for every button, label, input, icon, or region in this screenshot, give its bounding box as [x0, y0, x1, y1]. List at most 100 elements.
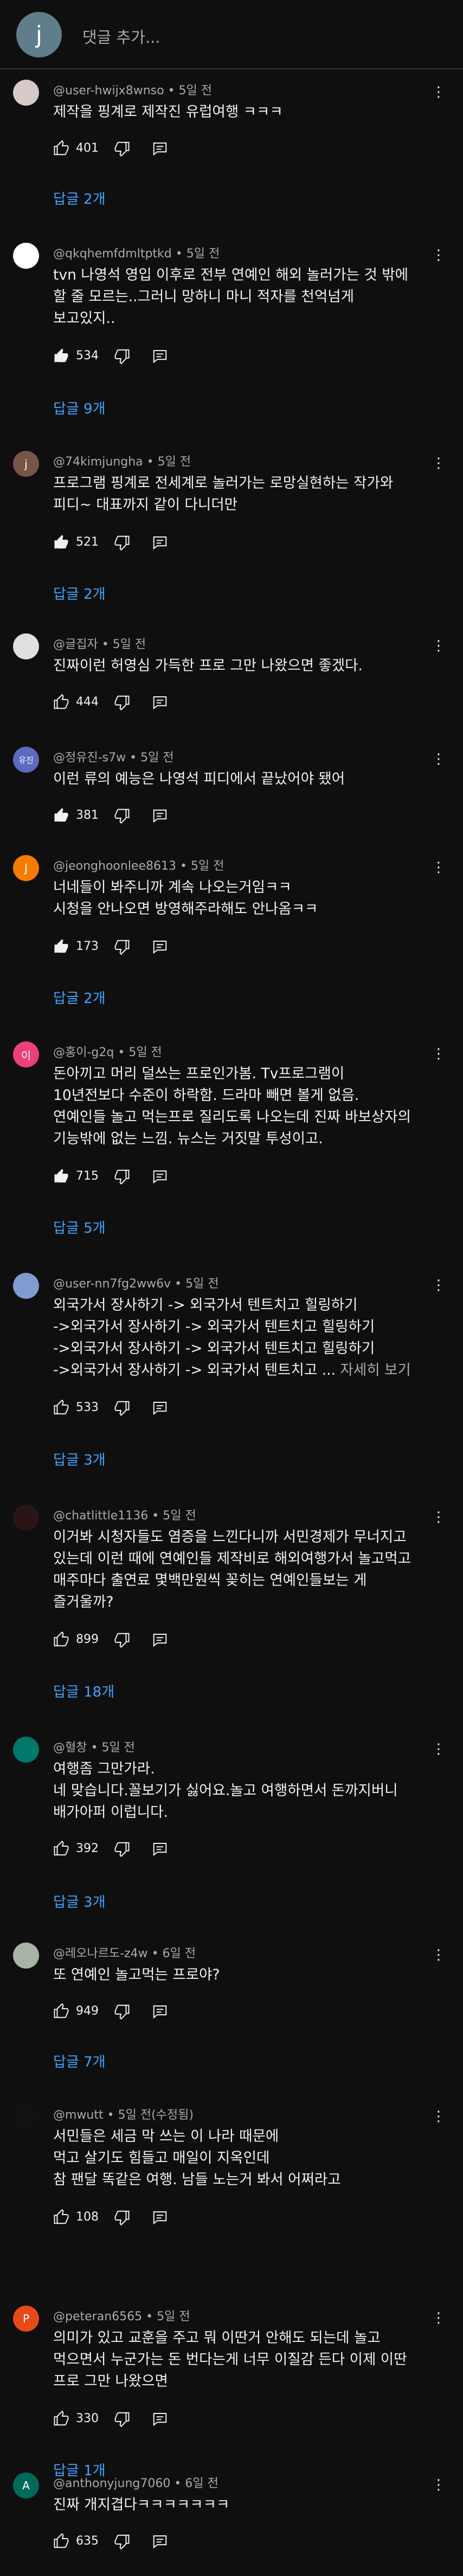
reply-icon[interactable] — [152, 534, 168, 551]
thumbs-down-icon[interactable] — [114, 1632, 130, 1648]
view-replies-button[interactable]: 답글 3개 — [53, 1891, 106, 1911]
thumbs-up-icon[interactable] — [53, 2209, 69, 2225]
thumbs-up-icon[interactable] — [53, 348, 69, 364]
view-replies-button[interactable]: 답글 2개 — [53, 188, 106, 208]
thumbs-down-icon[interactable] — [114, 140, 130, 157]
thumbs-up-icon[interactable] — [53, 1168, 69, 1185]
thumbs-up-icon[interactable] — [53, 534, 69, 551]
thumbs-down-icon[interactable] — [114, 939, 130, 955]
comment-author[interactable]: @글집자 — [53, 638, 98, 651]
comment-author[interactable]: @홍이-g2q — [53, 1046, 114, 1059]
reply-icon[interactable] — [152, 140, 168, 157]
reply-icon[interactable] — [152, 694, 168, 710]
view-replies-button[interactable]: 답글 2개 — [53, 987, 106, 1007]
comment-body: 프로그램 핑계로 전세계로 놀러가는 로망실현하는 작가와 피디~ 대표까지 같… — [53, 475, 394, 513]
reply-icon[interactable] — [152, 2003, 168, 2020]
comment-author[interactable]: @레오나르도-z4w — [53, 1947, 148, 1960]
more-vertical-icon[interactable]: ⋮ — [432, 84, 446, 100]
reply-icon[interactable] — [152, 2533, 168, 2549]
comment-author-avatar[interactable]: 유진 — [13, 747, 39, 773]
more-vertical-icon[interactable]: ⋮ — [432, 2310, 446, 2326]
view-replies-button[interactable]: 답글 7개 — [53, 2051, 106, 2071]
thumbs-down-icon[interactable] — [114, 1168, 130, 1185]
reply-icon[interactable] — [152, 1400, 168, 1416]
more-vertical-icon[interactable]: ⋮ — [432, 247, 446, 263]
comment-author-avatar[interactable]: J — [13, 855, 39, 881]
more-vertical-icon[interactable]: ⋮ — [432, 638, 446, 654]
meta-separator: • — [126, 751, 141, 765]
reply-icon[interactable] — [152, 807, 168, 824]
thumbs-up-icon[interactable] — [53, 1399, 69, 1416]
reply-icon[interactable] — [152, 939, 168, 955]
thumbs-up-icon[interactable] — [53, 2533, 69, 2549]
thumbs-up-icon[interactable] — [53, 694, 69, 710]
comment-author-avatar[interactable] — [13, 243, 39, 269]
comment-author-avatar[interactable] — [13, 1943, 39, 1969]
add-comment-input[interactable]: 댓글 추가... — [82, 25, 160, 48]
comment-author[interactable]: @user-hwijx8wnso — [53, 84, 164, 98]
reply-icon[interactable] — [152, 1632, 168, 1648]
thumbs-up-icon[interactable] — [53, 1840, 69, 1857]
thumbs-up-icon[interactable] — [53, 807, 69, 824]
thumbs-down-icon[interactable] — [114, 2003, 130, 2020]
more-vertical-icon[interactable]: ⋮ — [432, 2108, 446, 2125]
thumbs-down-icon[interactable] — [114, 2411, 130, 2428]
user-avatar[interactable]: j — [16, 12, 62, 57]
thumbs-down-icon[interactable] — [114, 1400, 130, 1416]
more-vertical-icon[interactable]: ⋮ — [432, 751, 446, 767]
thumbs-down-icon[interactable] — [114, 2209, 130, 2226]
thumbs-up-icon[interactable] — [53, 140, 69, 157]
view-replies-button[interactable]: 답글 5개 — [53, 1217, 106, 1237]
more-vertical-icon[interactable]: ⋮ — [432, 2477, 446, 2493]
more-vertical-icon[interactable]: ⋮ — [432, 455, 446, 471]
more-vertical-icon[interactable]: ⋮ — [432, 1509, 446, 1525]
comment-author[interactable]: @74kimjungha — [53, 455, 143, 469]
comment-text: 의미가 있고 교훈을 주고 뭐 이딴거 안해도 되는데 놀고 먹으면서 누군가는… — [53, 2327, 427, 2392]
comment-author-avatar[interactable]: j — [13, 451, 39, 477]
thumbs-up-icon[interactable] — [53, 2410, 69, 2427]
comment-author-avatar[interactable] — [13, 1505, 39, 1531]
read-more-link[interactable]: 자세히 보기 — [340, 1362, 410, 1378]
reply-icon[interactable] — [152, 2411, 168, 2427]
comment-author[interactable]: @정유진-s7w — [53, 751, 126, 765]
reply-icon[interactable] — [152, 1841, 168, 1857]
comment-author[interactable]: @user-nn7fg2ww6v — [53, 1277, 171, 1291]
comment-author-avatar[interactable]: A — [13, 2473, 39, 2499]
comment-author-avatar[interactable] — [13, 633, 39, 659]
thumbs-down-icon[interactable] — [114, 1841, 130, 1857]
comment-author-avatar[interactable] — [13, 80, 39, 106]
thumbs-down-icon[interactable] — [114, 348, 130, 365]
more-vertical-icon[interactable]: ⋮ — [432, 1947, 446, 1963]
thumbs-down-icon[interactable] — [114, 807, 130, 824]
view-replies-button[interactable]: 답글 9개 — [53, 398, 106, 418]
reply-icon[interactable] — [152, 1168, 168, 1185]
thumbs-down-icon[interactable] — [114, 694, 130, 711]
comment-author-avatar[interactable] — [13, 2104, 39, 2130]
more-vertical-icon[interactable]: ⋮ — [432, 1277, 446, 1293]
view-replies-button[interactable]: 답글 2개 — [53, 583, 106, 603]
thumbs-up-icon[interactable] — [53, 2003, 69, 2020]
comment-author-avatar[interactable]: 이 — [13, 1041, 39, 1067]
comment-author[interactable]: @qkqhemfdmltptkd — [53, 247, 172, 261]
thumbs-up-icon[interactable] — [53, 939, 69, 955]
comment-author[interactable]: @혈창 — [53, 1741, 87, 1755]
thumbs-down-icon[interactable] — [114, 2533, 130, 2550]
comment-author[interactable]: @mwutt — [53, 2108, 104, 2122]
more-vertical-icon[interactable]: ⋮ — [432, 859, 446, 876]
comment-author-avatar[interactable] — [13, 1273, 39, 1299]
comment-author[interactable]: @jeonghoonlee8613 — [53, 859, 176, 873]
view-replies-button[interactable]: 답글 3개 — [53, 1449, 106, 1469]
comment-author[interactable]: @anthonyjung7060 — [53, 2477, 170, 2490]
thumbs-down-icon[interactable] — [114, 534, 130, 551]
comment-author-avatar[interactable]: P — [13, 2306, 39, 2332]
reply-icon[interactable] — [152, 2209, 168, 2225]
more-vertical-icon[interactable]: ⋮ — [432, 1046, 446, 1062]
comment-author-avatar[interactable] — [13, 1737, 39, 1763]
view-replies-button[interactable]: 답글 18개 — [53, 1681, 114, 1701]
reply-icon[interactable] — [152, 348, 168, 364]
thumbs-up-icon[interactable] — [53, 1631, 69, 1648]
comment-actions: 899 — [53, 1629, 270, 1651]
comment-author[interactable]: @peteran6565 — [53, 2310, 142, 2323]
comment-author[interactable]: @chatlittle1136 — [53, 1509, 148, 1523]
more-vertical-icon[interactable]: ⋮ — [432, 1741, 446, 1757]
